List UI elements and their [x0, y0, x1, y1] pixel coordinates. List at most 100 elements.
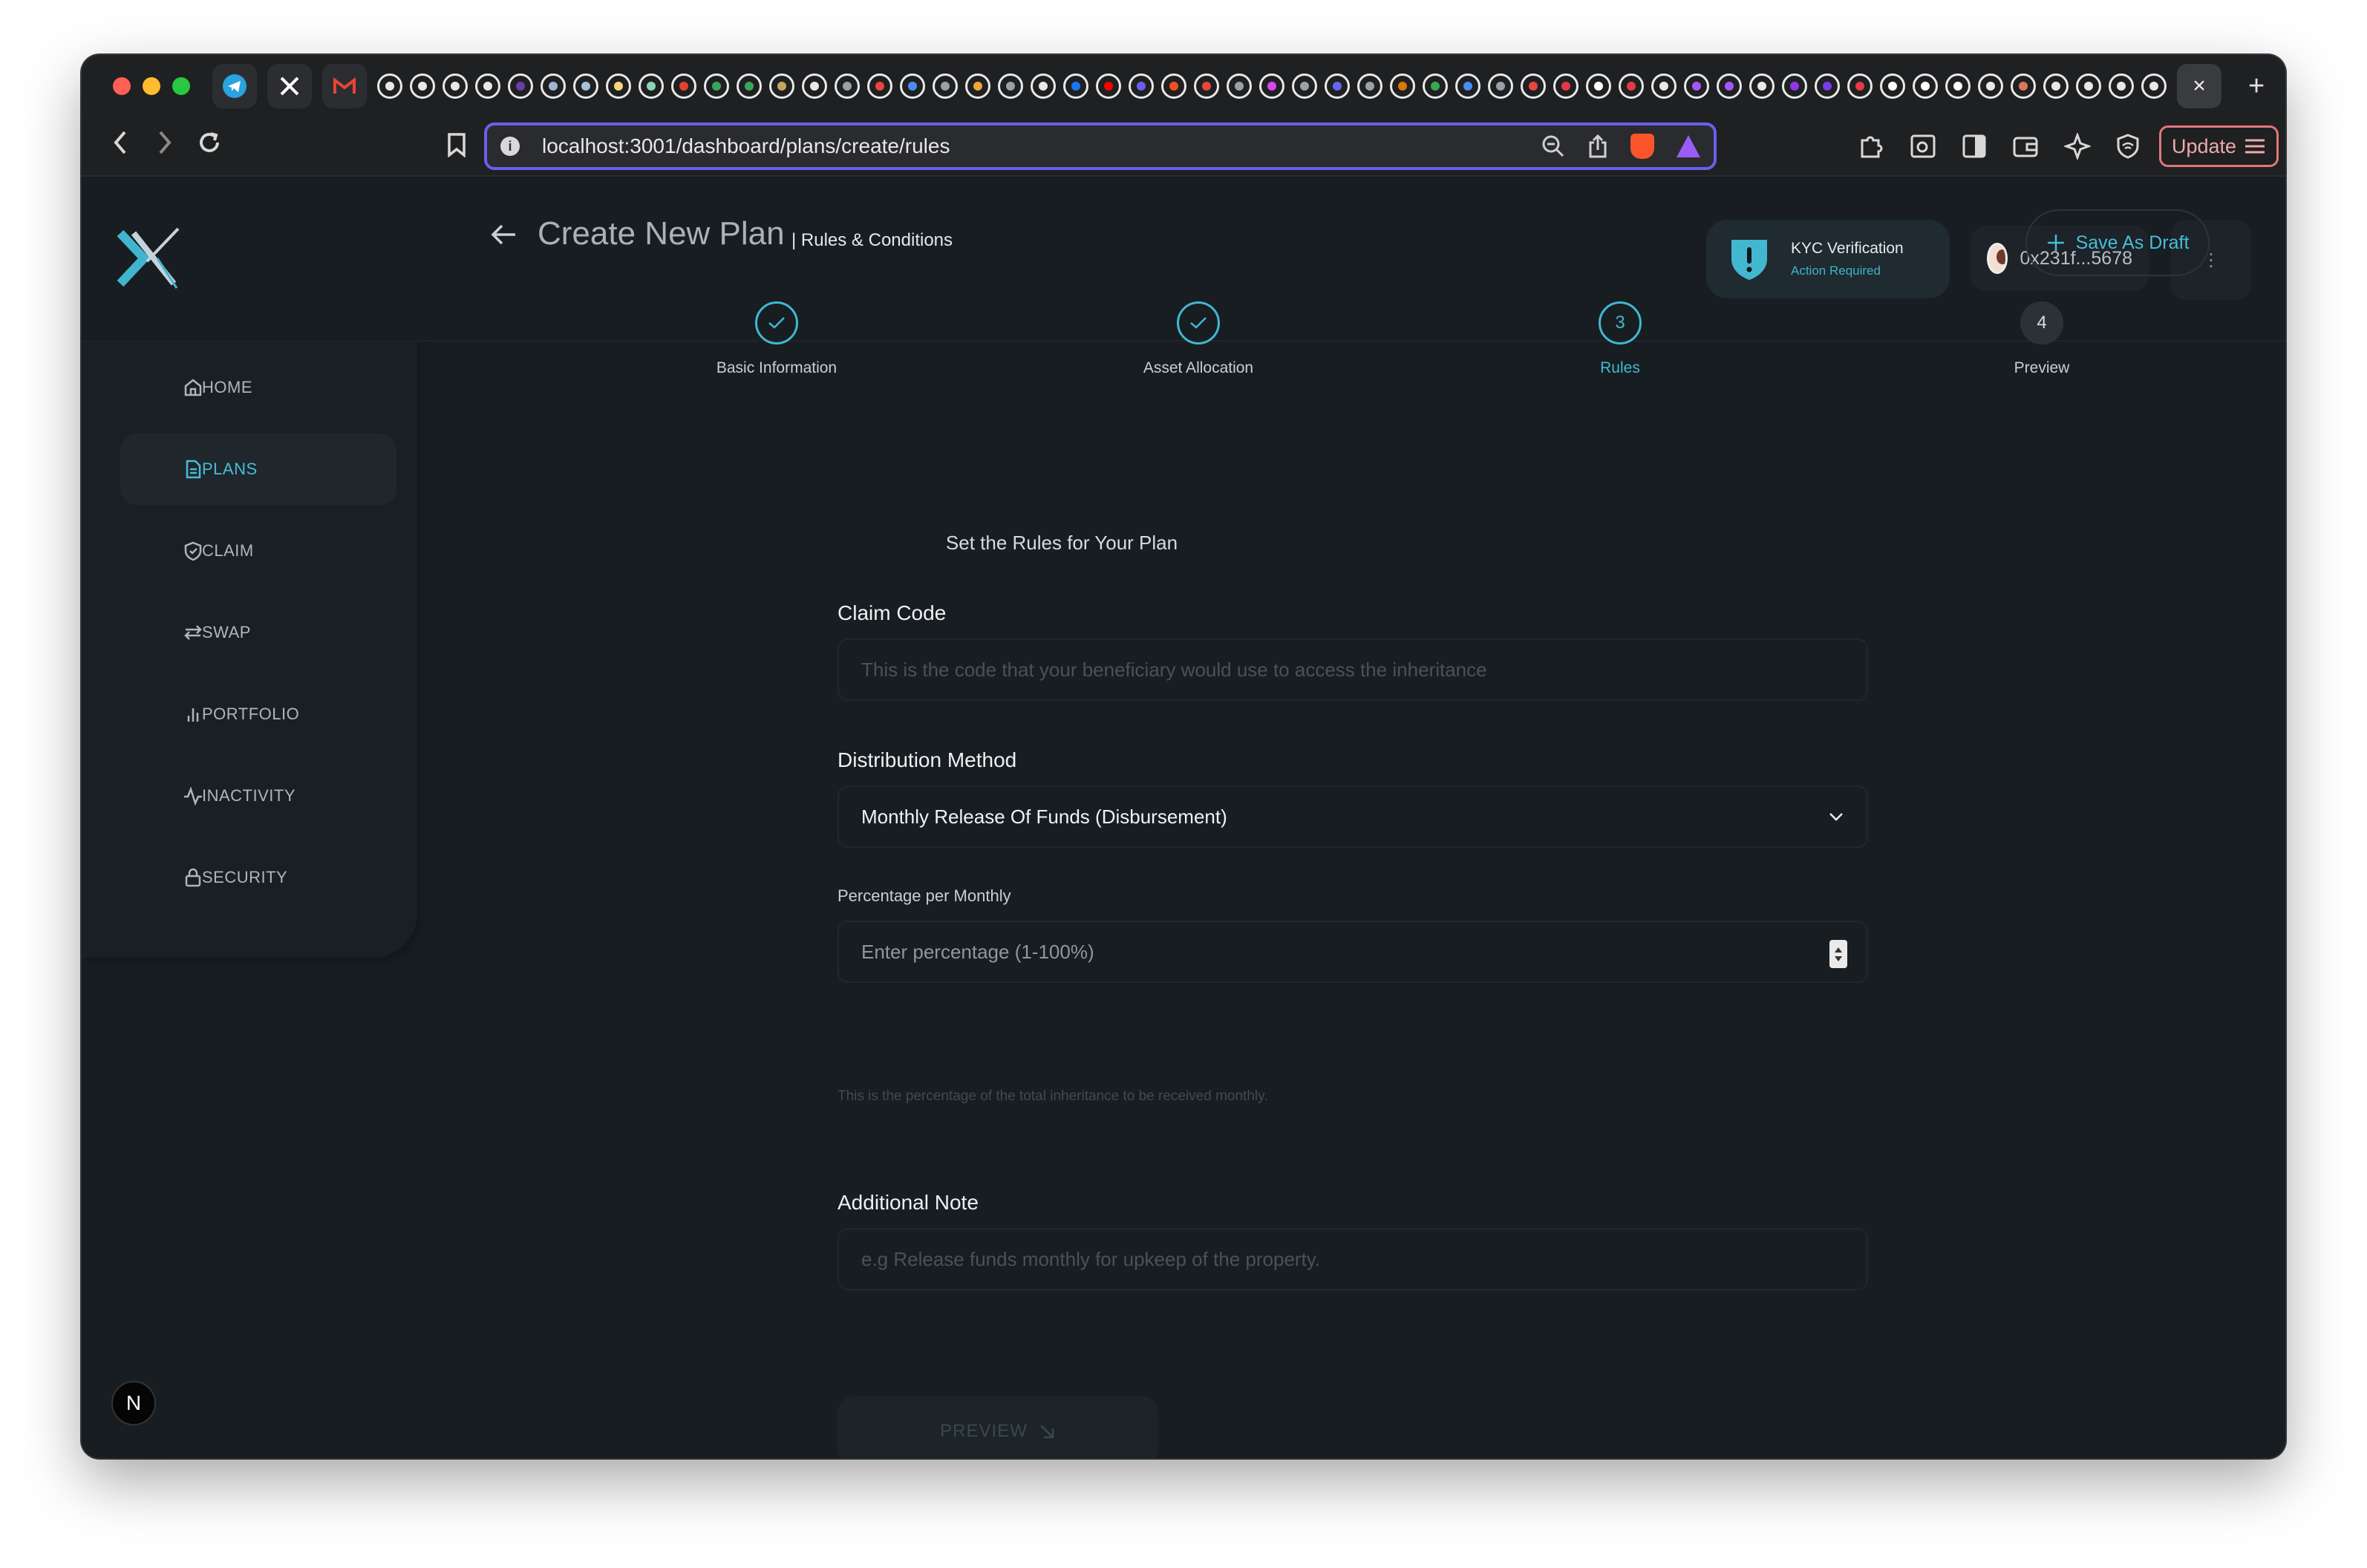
tab-favicon-icon[interactable]	[541, 74, 566, 99]
tab-favicon-icon[interactable]	[573, 74, 598, 99]
share-icon[interactable]	[1587, 134, 1608, 159]
tab-favicon-icon[interactable]	[2141, 74, 2167, 99]
decrement-arrow-icon[interactable]	[1835, 956, 1842, 961]
tab-favicon-icon[interactable]	[900, 74, 925, 99]
extensions-puzzle-icon[interactable]	[1858, 133, 1884, 160]
tab-favicon-icon[interactable]	[1488, 74, 1513, 99]
tab-favicon-icon[interactable]	[1161, 74, 1186, 99]
tab-favicon-icon[interactable]	[1553, 74, 1578, 99]
tab-favicon-icon[interactable]	[1815, 74, 1840, 99]
tab-favicon-icon[interactable]	[1292, 74, 1317, 99]
tab-favicon-icon[interactable]	[1684, 74, 1709, 99]
forward-button[interactable]	[143, 129, 187, 163]
step-rules[interactable]: 3 Rules	[1509, 301, 1731, 377]
tab-favicon-icon[interactable]	[508, 74, 533, 99]
kyc-verification-card[interactable]: KYC Verification Action Required	[1706, 220, 1950, 298]
tab-favicon-icon[interactable]	[1880, 74, 1905, 99]
brave-shields-icon[interactable]	[1630, 134, 1654, 159]
tab-favicon-icon[interactable]	[965, 74, 990, 99]
sidebar-item-security[interactable]: SECURITY	[120, 842, 396, 913]
app-logo[interactable]	[114, 226, 183, 293]
url-text[interactable]: localhost:3001/dashboard/plans/create/ru…	[542, 134, 1541, 158]
tab-favicon-icon[interactable]	[1031, 74, 1056, 99]
back-button[interactable]	[98, 129, 143, 163]
preview-button[interactable]: PREVIEW	[838, 1396, 1158, 1458]
tab-favicon-icon[interactable]	[1978, 74, 2003, 99]
pinned-tab-x[interactable]	[267, 64, 312, 108]
tab-favicon-icon[interactable]	[1325, 74, 1350, 99]
tab-favicon-icon[interactable]	[1423, 74, 1448, 99]
number-stepper[interactable]	[1829, 940, 1847, 968]
tab-favicon-icon[interactable]	[737, 74, 762, 99]
tab-favicon-icon[interactable]	[867, 74, 892, 99]
increment-arrow-icon[interactable]	[1835, 947, 1842, 953]
tab-favicon-icon[interactable]	[835, 74, 860, 99]
tab-favicon-icon[interactable]	[671, 74, 696, 99]
sidebar-item-inactivity[interactable]: INACTIVITY	[120, 760, 396, 832]
sidebar-item-home[interactable]: HOME	[120, 352, 396, 423]
pinned-tab-gmail[interactable]	[322, 64, 367, 108]
tab-favicon-icon[interactable]	[639, 74, 664, 99]
back-to-plans-button[interactable]	[489, 221, 518, 252]
leo-ai-icon[interactable]	[2064, 133, 2091, 160]
step-preview[interactable]: 4 Preview	[1930, 301, 2153, 377]
reload-button[interactable]	[187, 129, 232, 163]
tab-favicon-icon[interactable]	[1651, 74, 1677, 99]
tab-favicon-icon[interactable]	[1945, 74, 1971, 99]
tab-favicon-icon[interactable]	[769, 74, 794, 99]
pinned-tab-telegram[interactable]	[212, 64, 257, 108]
tab-favicon-icon[interactable]	[1063, 74, 1088, 99]
minimize-window-button[interactable]	[143, 77, 160, 95]
close-tab-icon[interactable]: ×	[2193, 74, 2206, 99]
save-as-draft-button[interactable]: Save As Draft	[2025, 209, 2210, 276]
wallet-icon[interactable]	[2012, 134, 2039, 158]
step-asset-allocation[interactable]: Asset Allocation	[1087, 301, 1310, 377]
tab-favicon-icon[interactable]	[1194, 74, 1219, 99]
update-button[interactable]: Update	[2159, 125, 2279, 167]
nextjs-dev-indicator[interactable]: N	[111, 1381, 156, 1425]
tab-favicon-icon[interactable]	[1129, 74, 1154, 99]
claim-code-input[interactable]: This is the code that your beneficiary w…	[838, 638, 1868, 701]
additional-note-input[interactable]: e.g Release funds monthly for upkeep of …	[838, 1228, 1868, 1290]
new-tab-button[interactable]: +	[2248, 71, 2265, 102]
active-tab[interactable]: ×	[2177, 64, 2221, 108]
tab-favicon-icon[interactable]	[1455, 74, 1480, 99]
maximize-window-button[interactable]	[172, 77, 190, 95]
tab-favicon-icon[interactable]	[1782, 74, 1807, 99]
tab-search-icon[interactable]	[1910, 134, 1936, 159]
tab-favicon-icon[interactable]	[1259, 74, 1284, 99]
tab-favicon-icon[interactable]	[998, 74, 1023, 99]
tab-favicon-icon[interactable]	[443, 74, 468, 99]
percentage-input[interactable]: Enter percentage (1-100%)	[838, 921, 1868, 983]
step-basic-information[interactable]: Basic Information	[665, 301, 888, 377]
tab-favicon-icon[interactable]	[2109, 74, 2134, 99]
tab-favicon-icon[interactable]	[475, 74, 500, 99]
tab-favicon-icon[interactable]	[1717, 74, 1742, 99]
tab-favicon-icon[interactable]	[606, 74, 631, 99]
bookmark-button[interactable]	[447, 132, 466, 161]
tab-favicon-icon[interactable]	[704, 74, 729, 99]
tab-favicon-icon[interactable]	[2043, 74, 2069, 99]
tab-favicon-icon[interactable]	[1390, 74, 1415, 99]
distribution-method-select[interactable]: Monthly Release Of Funds (Disbursement)	[838, 785, 1868, 848]
zoom-out-icon[interactable]	[1541, 134, 1565, 158]
tab-favicon-icon[interactable]	[377, 74, 402, 99]
sidebar-item-swap[interactable]: SWAP	[120, 597, 396, 668]
sidebar-item-portfolio[interactable]: PORTFOLIO	[120, 679, 396, 750]
tab-favicon-icon[interactable]	[1586, 74, 1611, 99]
tab-favicon-icon[interactable]	[1096, 74, 1121, 99]
tab-favicon-icon[interactable]	[933, 74, 958, 99]
sidebar-toggle-icon[interactable]	[1962, 134, 1987, 159]
tab-favicon-icon[interactable]	[1357, 74, 1382, 99]
tab-favicon-icon[interactable]	[802, 74, 827, 99]
vpn-shield-icon[interactable]	[2116, 133, 2140, 160]
close-window-button[interactable]	[113, 77, 131, 95]
sidebar-item-claim[interactable]: CLAIM	[120, 515, 396, 587]
site-info-icon[interactable]: i	[500, 137, 520, 156]
tab-favicon-icon[interactable]	[1913, 74, 1938, 99]
address-bar[interactable]: i localhost:3001/dashboard/plans/create/…	[484, 122, 1717, 170]
tab-favicon-icon[interactable]	[2011, 74, 2036, 99]
tab-favicon-icon[interactable]	[1619, 74, 1644, 99]
tab-favicon-icon[interactable]	[1749, 74, 1775, 99]
tab-favicon-icon[interactable]	[1847, 74, 1873, 99]
